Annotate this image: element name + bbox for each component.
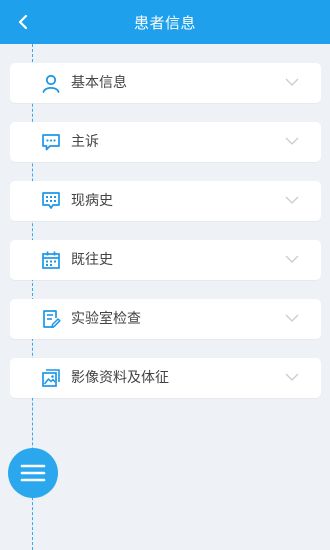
- chevron-left-icon: [18, 14, 28, 30]
- back-button[interactable]: [8, 7, 38, 37]
- section-chief-complaint[interactable]: 主诉: [10, 122, 321, 162]
- chat-bubble-icon: [41, 132, 61, 152]
- calendar-icon: [41, 250, 61, 270]
- menu-fab-button[interactable]: [8, 448, 58, 498]
- section-list: 基本信息 主诉 现病史 既往史 实验室检查 影像资料及体征: [10, 63, 321, 417]
- section-label: 影像资料及体征: [71, 370, 169, 386]
- chevron-down-icon: [285, 195, 299, 205]
- chevron-down-icon: [285, 254, 299, 264]
- person-icon: [41, 73, 61, 93]
- section-label: 主诉: [71, 134, 99, 150]
- section-past-history[interactable]: 既往史: [10, 240, 321, 280]
- section-imaging-signs[interactable]: 影像资料及体征: [10, 358, 321, 398]
- image-gallery-icon: [41, 368, 61, 388]
- section-label: 实验室检查: [71, 311, 141, 327]
- section-label: 现病史: [71, 193, 113, 209]
- chevron-down-icon: [285, 77, 299, 87]
- section-present-illness[interactable]: 现病史: [10, 181, 321, 221]
- chevron-down-icon: [285, 313, 299, 323]
- chevron-down-icon: [285, 372, 299, 382]
- section-label: 基本信息: [71, 75, 127, 91]
- section-label: 既往史: [71, 252, 113, 268]
- grid-chat-icon: [41, 191, 61, 211]
- chevron-down-icon: [285, 136, 299, 146]
- hamburger-menu-icon: [20, 464, 46, 482]
- clipboard-edit-icon: [41, 309, 61, 329]
- page-title: 患者信息: [133, 13, 196, 32]
- app-screen: 患者信息 基本信息 主诉 现病史 既往史 实验室检查 影像资料及体征: [0, 0, 330, 550]
- app-header: 患者信息: [0, 0, 330, 44]
- section-basic-info[interactable]: 基本信息: [10, 63, 321, 103]
- section-lab-tests[interactable]: 实验室检查: [10, 299, 321, 339]
